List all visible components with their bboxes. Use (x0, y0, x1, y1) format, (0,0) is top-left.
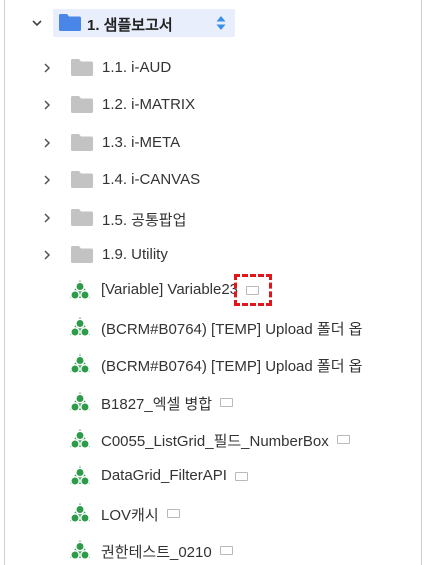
folder-label: 1.4. i-CANVAS (102, 171, 201, 189)
report-app-icon (70, 280, 90, 300)
chevron-right-icon[interactable] (42, 250, 52, 260)
report-label: 권한테스트_0210 (101, 544, 212, 562)
report-tree-panel: 1. 샘플보고서 1.1. i-AUD 1.2. i-MATRIX 1.3. i-M… (4, 0, 422, 565)
tree-node-report[interactable]: (BCRM#B0764) [TEMP] Upload 폴더 옵 (5, 311, 421, 343)
tree-node-report[interactable]: B1827_엑셀 병합 (5, 386, 421, 418)
tree-node-report[interactable]: DataGrid_FilterAPI (5, 460, 421, 492)
folder-icon (71, 171, 93, 189)
tree-node-folder[interactable]: 1.4. i-CANVAS (5, 164, 421, 196)
report-label: [Variable] Variable23 (101, 281, 239, 298)
tree-node-report[interactable]: LOV캐시 (5, 497, 421, 529)
folder-label: 1.9. Utility (102, 246, 168, 263)
chevron-right-icon[interactable] (42, 175, 52, 185)
chevron-right-icon[interactable] (42, 138, 52, 148)
root-folder-label: 1. 샘플보고서 (87, 17, 173, 34)
report-label: B1827_엑셀 병합 (101, 395, 213, 413)
chevron-right-icon[interactable] (42, 213, 52, 223)
tree-node-folder[interactable]: 1.5. 공통팝업 (5, 202, 421, 234)
view-window-icon[interactable] (166, 509, 180, 519)
report-app-icon (70, 503, 90, 524)
view-window-icon[interactable] (220, 397, 234, 407)
report-app-icon (70, 391, 90, 412)
folder-label: 1.1. i-AUD (102, 59, 172, 76)
folder-icon (71, 96, 93, 114)
tree-node-folder[interactable]: 1.2. i-MATRIX (5, 89, 421, 121)
tree-node-folder[interactable]: 1.9. Utility (5, 239, 421, 271)
tree-node-report[interactable]: 권한테스트_0210 (5, 534, 421, 565)
view-window-icon[interactable] (336, 434, 350, 444)
chevron-right-icon[interactable] (42, 63, 52, 73)
folder-icon (71, 133, 93, 151)
folder-icon (71, 246, 93, 263)
report-app-icon (70, 428, 90, 449)
report-label: DataGrid_FilterAPI (101, 467, 227, 484)
report-label: LOV캐시 (101, 507, 159, 525)
folder-label: 1.3. i-META (102, 133, 181, 151)
tree-node-root[interactable]: 1. 샘플보고서 (5, 7, 421, 39)
tree-node-folder[interactable]: 1.3. i-META (5, 127, 421, 159)
tree-node-folder[interactable]: 1.1. i-AUD (5, 52, 421, 84)
tree-node-report[interactable]: [Variable] Variable23 (5, 274, 421, 306)
report-label: C0055_ListGrid_필드_NumberBox (101, 432, 329, 450)
folder-open-icon (59, 14, 81, 31)
report-app-icon (70, 354, 90, 375)
report-label: (BCRM#B0764) [TEMP] Upload 폴더 옵 (101, 358, 363, 376)
folder-label: 1.5. 공통팝업 (102, 211, 187, 229)
chevron-down-icon[interactable] (32, 18, 42, 28)
report-label: (BCRM#B0764) [TEMP] Upload 폴더 옵 (101, 321, 363, 339)
tree-node-report[interactable]: (BCRM#B0764) [TEMP] Upload 폴더 옵 (5, 348, 421, 380)
chevron-right-icon[interactable] (42, 100, 52, 110)
folder-icon (71, 59, 93, 76)
sort-updown-icon[interactable] (215, 15, 227, 31)
folder-icon (71, 208, 93, 226)
view-window-icon[interactable] (234, 472, 248, 481)
tree-node-report[interactable]: C0055_ListGrid_필드_NumberBox (5, 423, 421, 455)
report-app-icon (70, 540, 90, 561)
report-app-icon (70, 466, 90, 486)
folder-label: 1.2. i-MATRIX (102, 96, 196, 114)
selection-marker (234, 274, 273, 306)
view-window-icon[interactable] (219, 546, 233, 556)
report-app-icon (70, 317, 90, 338)
